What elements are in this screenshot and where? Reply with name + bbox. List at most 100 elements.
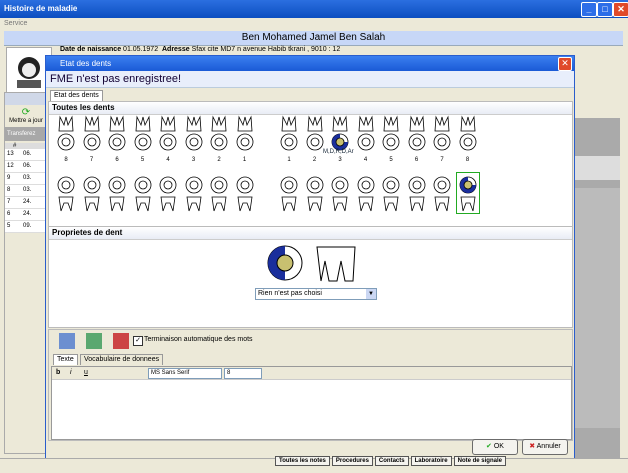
chevron-down-icon[interactable]: ▼: [366, 289, 376, 299]
upper-tooth-5[interactable]: [183, 115, 205, 155]
table-row[interactable]: 6 24.: [5, 209, 47, 221]
font-name-value: MS Sans Serif: [151, 370, 190, 376]
lower-tooth-12[interactable]: [380, 173, 402, 213]
lower-tooth-1[interactable]: [81, 173, 103, 213]
select-value: Rien n'est pas choisi: [258, 290, 322, 297]
upper-tooth-4[interactable]: [157, 115, 179, 155]
upper-tooth-15[interactable]: [457, 115, 479, 155]
selected-tooth-preview: [267, 245, 356, 282]
bottom-tabs: Toutes les notes Procedures Contacts Labora…: [275, 455, 508, 466]
refresh-button[interactable]: ⟳ Mettre a jour: [5, 107, 47, 124]
upper-tooth-13[interactable]: [406, 115, 428, 155]
lower-tooth-0[interactable]: [55, 173, 77, 213]
table-row[interactable]: 9 03.: [5, 173, 47, 185]
table-row[interactable]: 8 03.: [5, 185, 47, 197]
lower-tooth-14[interactable]: [431, 173, 453, 213]
upper-tooth-11[interactable]: [355, 115, 377, 155]
upper-tooth-7[interactable]: [234, 115, 256, 155]
tooth-number: 4: [363, 157, 368, 163]
lower-tooth-2[interactable]: [106, 173, 128, 213]
upper-tooth-1[interactable]: [81, 115, 103, 155]
lower-tooth-4[interactable]: [157, 173, 179, 213]
tooth-property-select[interactable]: Rien n'est pas choisi ▼: [255, 288, 377, 300]
minimize-button[interactable]: _: [581, 2, 597, 17]
lower-tooth-8[interactable]: [278, 173, 300, 213]
address-value: Sfax cite MD7 n avenue Habib tkrani , 90…: [191, 46, 341, 53]
upper-tooth-12[interactable]: [380, 115, 402, 155]
upper-tooth-2[interactable]: [106, 115, 128, 155]
notes-editor[interactable]: b i u MS Sans Serif 8: [51, 366, 572, 440]
lower-tooth-10[interactable]: [329, 173, 351, 213]
font-size-select[interactable]: 8: [224, 368, 262, 379]
lower-tooth-13[interactable]: [406, 173, 428, 213]
selected-tooth-label: M,D,R,D,Ar: [323, 149, 354, 155]
dialog-title: Etat des dents: [60, 59, 112, 68]
bottom-tab[interactable]: Toutes les notes: [275, 456, 330, 466]
refresh-label: Mettre a jour: [9, 118, 43, 124]
tab-vocabulary[interactable]: Vocabulaire de donnees: [79, 354, 164, 365]
tooth-number: 5: [389, 157, 393, 163]
table-row[interactable]: 7 24.: [5, 197, 47, 209]
sidebar-table: 13 06. 12 06. 9 03. 8 03. 7 24. 6 24. 5 09.: [5, 149, 47, 233]
refresh-icon: ⟳: [21, 107, 31, 118]
bottom-tab[interactable]: Procedures: [331, 456, 373, 466]
lower-tooth-3[interactable]: [132, 173, 154, 213]
auto-complete-checkbox[interactable]: ✓: [133, 336, 143, 346]
table-row[interactable]: 5 09.: [5, 221, 47, 233]
upper-tooth-3[interactable]: [132, 115, 154, 155]
close-button[interactable]: ✕: [613, 2, 628, 17]
edit-note-icon[interactable]: [86, 333, 102, 349]
row-id: 6: [7, 211, 11, 217]
menu-service[interactable]: Service: [0, 20, 27, 27]
right-panel: [570, 118, 620, 458]
tooth-number: 5: [140, 157, 145, 163]
lower-tooth-7[interactable]: [234, 173, 256, 213]
cancel-button[interactable]: ✖ Annuler: [522, 439, 568, 455]
row-id: 7: [7, 199, 11, 205]
teeth-dialog: Etat des dents ✕ FME n'est pas enregistr…: [45, 55, 575, 460]
upper-tooth-14[interactable]: [431, 115, 453, 155]
row-id: 8: [7, 187, 11, 193]
table-row[interactable]: 13 06.: [5, 149, 47, 161]
upper-tooth-0[interactable]: [55, 115, 77, 155]
italic-icon[interactable]: i: [70, 369, 72, 376]
maximize-button[interactable]: □: [597, 2, 613, 17]
left-panel: ⟳ Mettre a jour Transferez # 13 06. 12 06. 9…: [4, 92, 48, 454]
props-section-title: Proprietes de dent: [49, 227, 572, 240]
auto-complete-label: Terminaison automatique des mots: [144, 336, 253, 343]
lower-tooth-5[interactable]: [183, 173, 205, 213]
teeth-section-title: Toutes les dents: [49, 102, 572, 115]
delete-note-icon[interactable]: [113, 333, 129, 349]
lower-tooth-9[interactable]: [304, 173, 326, 213]
menu-bar: Service: [0, 18, 628, 30]
tooth-number: 2: [312, 157, 317, 163]
patient-name: Ben Mohamed Jamel Ben Salah: [4, 31, 623, 46]
bottom-tab[interactable]: Contacts: [374, 456, 409, 466]
tooth-number: 3: [191, 157, 196, 163]
bold-icon[interactable]: b: [56, 369, 60, 376]
bottom-tab[interactable]: Laboratoire: [410, 456, 452, 466]
notes-section: ✓ Terminaison automatique des mots Texte…: [48, 329, 573, 441]
dialog-title-bar: Etat des dents ✕: [46, 56, 574, 71]
tab-teeth-state[interactable]: Etat des dents: [50, 90, 103, 101]
tooth-number: 3: [338, 157, 342, 163]
bottom-tab[interactable]: Note de signale: [453, 456, 506, 466]
row-date: 09.: [23, 223, 32, 229]
upper-tooth-6[interactable]: [208, 115, 230, 155]
lower-tooth-6[interactable]: [208, 173, 230, 213]
upper-tooth-8[interactable]: [278, 115, 300, 155]
tab-text[interactable]: Texte: [53, 354, 78, 365]
table-row[interactable]: 12 06.: [5, 161, 47, 173]
add-note-icon[interactable]: [59, 333, 75, 349]
font-size-value: 8: [227, 370, 231, 376]
ok-button[interactable]: ✔ OK: [472, 439, 518, 455]
cancel-icon: ✖: [529, 443, 536, 450]
row-date: 03.: [23, 175, 32, 181]
dialog-close-button[interactable]: ✕: [558, 57, 572, 71]
lower-tooth-11[interactable]: [355, 173, 377, 213]
font-name-select[interactable]: MS Sans Serif: [148, 368, 222, 379]
tooth-number: 6: [115, 157, 119, 163]
lower-tooth-15[interactable]: [455, 172, 480, 214]
underline-icon[interactable]: u: [84, 369, 88, 376]
transfer-label[interactable]: Transferez: [5, 127, 47, 141]
